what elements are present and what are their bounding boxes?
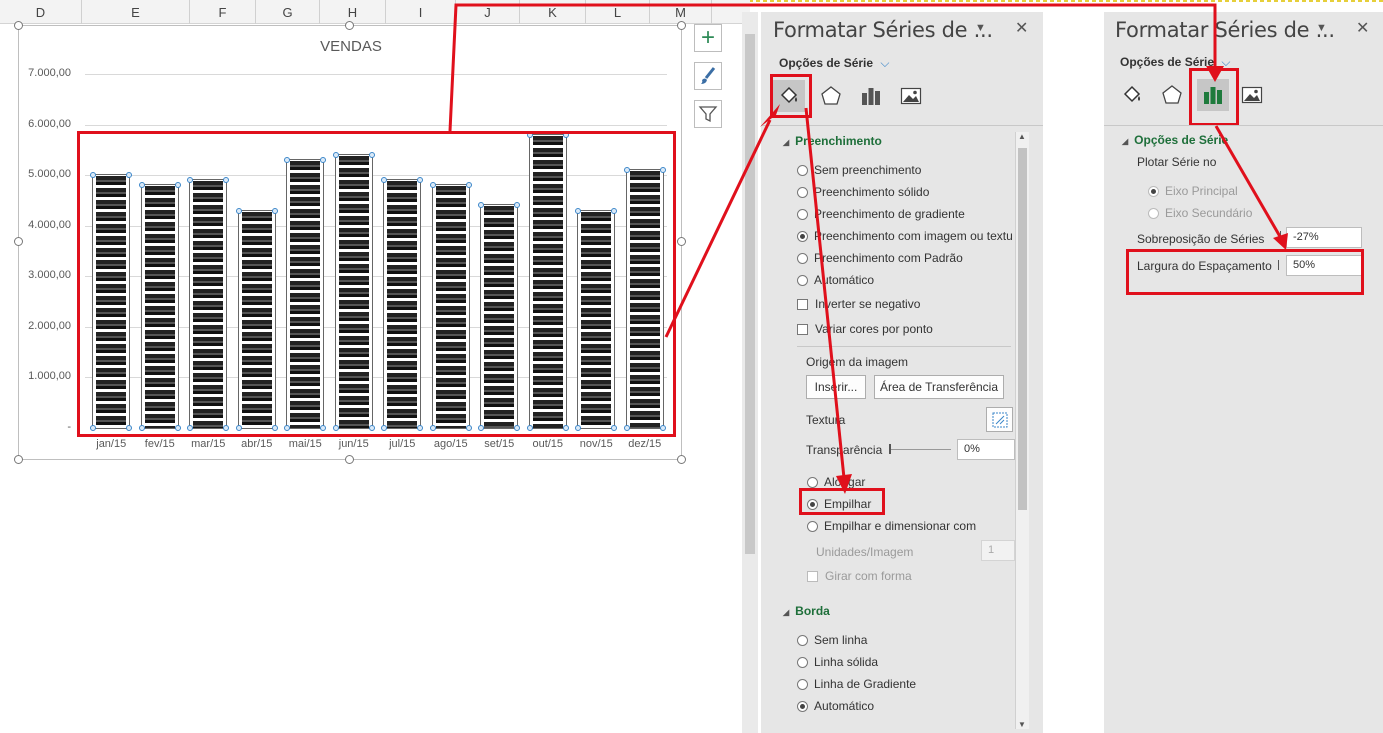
connector-line [804, 107, 846, 479]
arrowhead-icon [760, 104, 780, 127]
connector-line [664, 119, 772, 338]
connector-line [448, 3, 1217, 132]
arrowhead-icon [836, 474, 852, 494]
connector-line [1214, 125, 1284, 241]
arrowhead-icon [1273, 233, 1288, 250]
arrowhead-icon [1206, 66, 1224, 82]
annotation-arrows [448, 3, 1288, 494]
